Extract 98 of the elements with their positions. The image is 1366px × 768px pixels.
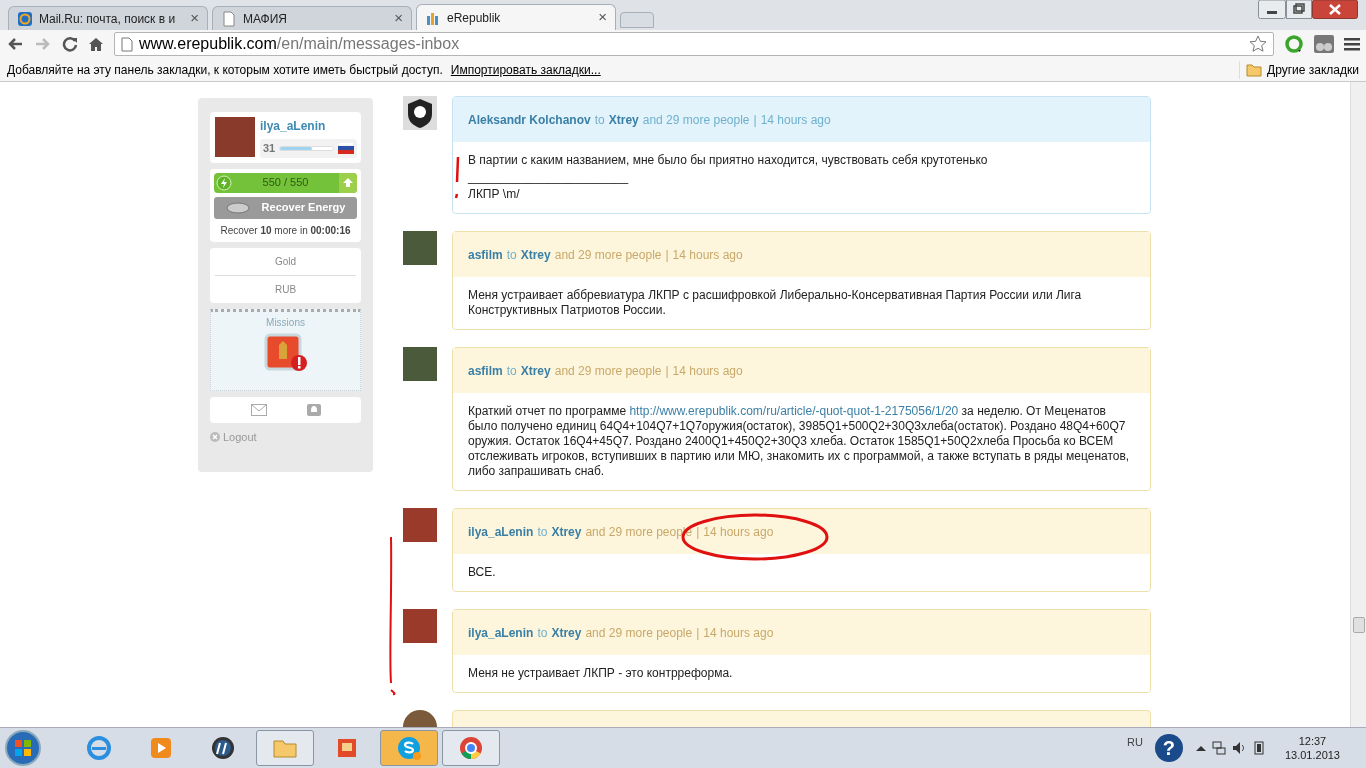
flag-icon <box>338 142 355 155</box>
arrow-up-icon[interactable] <box>339 172 357 193</box>
tab-title: Mail.Ru: почта, поиск в и <box>39 10 176 28</box>
page-icon <box>221 10 237 27</box>
message-text: Краткий отчет по программе http://www.erepublik.com/ru/article/-quot-quot-1-2175056/1/20 за неделю. От Меценатов было получено единиц 64Q4+104Q7+1Q7оружия(остаток), 3985Q1+500Q2+30Q3хлеба(остаток). Роздано 48Q4+60Q7 оружия. Остаток 16Q4+45Q7. Роздано 2400Q1+450Q2+30Q3 хлеба. Остаток 1585Q1+50Q2хлеба Просьба ко ВСЕМ отслеживать игроков, вступивших в партию или МЮ, знакомить их с программой, а также вступать в ряды меценатов, либо запрашивать снаб. <box>468 404 1131 479</box>
scrollbar-thumb[interactable] <box>1352 616 1365 633</box>
sender-link[interactable]: Aleksandr Kolchanov <box>468 110 591 129</box>
separator-text: | <box>753 111 757 129</box>
bookmark-star-icon[interactable] <box>1249 35 1267 53</box>
reload-button[interactable] <box>62 36 78 52</box>
lightning-icon <box>216 174 232 191</box>
message-text: В партии с каким названием, мне было бы приятно находится, чувствовать себя крутотенько <box>468 153 989 168</box>
menu-icon[interactable] <box>1344 37 1360 51</box>
level-number: 31 <box>263 141 276 156</box>
message-text: Меня устраивает аббревиатура ЛКПР с расшифровкой Либерально-Консервативная Партия России или Лига Конструктивных Патриотов России. <box>468 288 1083 318</box>
recipient-link[interactable]: Xtrey <box>520 361 551 380</box>
bookmarks-hint: Добавляйте на эту панель закладки, к которым хотите иметь быстрый доступ. <box>7 61 443 79</box>
import-bookmarks-link[interactable]: Импортировать закладки... <box>450 60 601 79</box>
message-time: 14 hours ago <box>672 362 743 380</box>
browser-tab[interactable]: Mail.Ru: почта, поиск в и × <box>8 6 208 30</box>
recover-timer-text: Recover 10 more in 00:00:16 <box>220 223 351 238</box>
message-text: ЛКПР \m/ <box>468 187 521 202</box>
recipient-link[interactable]: Xtrey <box>520 245 551 264</box>
recipients-count: and 29 more people <box>585 624 693 642</box>
extension-icon[interactable] <box>1284 34 1304 54</box>
currency-label: RUB <box>273 282 298 297</box>
envelope-icon[interactable] <box>250 403 267 416</box>
recipients-count: and 29 more people <box>642 111 750 129</box>
message-time: 14 hours ago <box>703 624 774 642</box>
close-icon[interactable]: × <box>598 6 607 29</box>
play-icon <box>148 735 174 761</box>
other-bookmarks[interactable]: Другие закладки <box>1267 60 1359 79</box>
chat-s-icon <box>396 735 422 761</box>
recipient-link[interactable]: Xtrey <box>551 522 582 541</box>
message-time: 14 hours ago <box>760 111 831 129</box>
scrollbar[interactable] <box>1350 82 1366 727</box>
folder-icon <box>1246 62 1263 77</box>
minimize-button[interactable] <box>1258 0 1286 19</box>
recipient-link[interactable]: Xtrey <box>551 623 582 642</box>
separator-text: | <box>696 523 700 541</box>
help-button[interactable]: ? <box>1154 734 1183 762</box>
close-icon[interactable]: × <box>394 7 403 30</box>
avatar-picture <box>215 117 255 158</box>
back-button[interactable] <box>6 36 24 52</box>
mission-trophy-icon[interactable] <box>263 332 308 373</box>
to-label: to <box>506 246 517 264</box>
sender-link[interactable]: ilya_aLenin <box>468 623 534 642</box>
sender-link[interactable]: ilya_aLenin <box>468 522 534 541</box>
to-label: to <box>594 111 605 129</box>
recipients-count: and 29 more people <box>554 362 662 380</box>
to-label: to <box>506 362 517 380</box>
message-time: 14 hours ago <box>703 523 774 541</box>
logout-link[interactable]: Logout <box>223 428 257 445</box>
close-circle-icon <box>210 431 220 442</box>
extension-icon[interactable] <box>1314 35 1334 53</box>
network-icon[interactable] <box>1210 740 1227 756</box>
sender-link[interactable]: asfilm <box>468 361 503 380</box>
message-text: ________________________ <box>468 170 630 185</box>
separator-text: | <box>665 362 669 380</box>
home-button[interactable] <box>88 36 104 52</box>
browser-e-icon <box>86 735 112 761</box>
close-button[interactable] <box>1312 0 1358 19</box>
language-indicator[interactable]: RU <box>1127 733 1143 751</box>
circle-logo-icon <box>210 735 236 761</box>
clock-date[interactable]: 13.01.2013 <box>1284 748 1340 762</box>
recipient-link[interactable]: Xtrey <box>608 110 639 129</box>
sender-link[interactable]: asfilm <box>468 245 503 264</box>
message-text: ВСЕ. <box>468 565 497 580</box>
page-icon <box>121 36 133 52</box>
clock-time[interactable]: 12:37 <box>1298 734 1327 748</box>
separator-text: | <box>696 624 700 642</box>
shield-emblem-avatar[interactable] <box>403 96 437 130</box>
missions-title[interactable]: Missions <box>266 314 305 330</box>
mail-logo-icon <box>17 10 33 27</box>
bell-icon[interactable] <box>306 403 321 416</box>
start-button[interactable] <box>4 729 42 767</box>
to-label: to <box>537 624 548 642</box>
energy-reading: 550 / 550 <box>261 175 310 191</box>
tray-arrow-icon[interactable] <box>1194 744 1207 752</box>
tab-title: eRepublik <box>447 9 501 27</box>
address-bar[interactable]: www.erepublik.com/en/main/messages-inbox <box>114 32 1274 56</box>
message-time: 14 hours ago <box>672 246 743 264</box>
url-text: www.erepublik.com/en/main/messages-inbox <box>139 34 461 54</box>
browser-tab[interactable]: eRepublik × <box>416 4 616 30</box>
round-logo-icon <box>458 735 484 761</box>
separator-text: | <box>665 246 669 264</box>
tab-title: МАФИЯ <box>243 10 287 28</box>
recipients-count: and 29 more people <box>554 246 662 264</box>
recover-energy-button[interactable]: Recover Energy <box>214 196 357 219</box>
currency-label: Gold <box>215 247 356 276</box>
to-label: to <box>537 523 548 541</box>
browser-tab[interactable]: МАФИЯ × <box>212 6 412 30</box>
message-text: Меня не устраивает ЛКПР - это контрреформа. <box>468 666 734 681</box>
speaker-icon[interactable] <box>1230 740 1247 756</box>
username-link[interactable]: ilya_aLenin <box>260 117 358 135</box>
close-icon[interactable]: × <box>190 7 199 30</box>
restore-button[interactable] <box>1286 0 1312 19</box>
article-link[interactable]: http://www.erepublik.com/ru/article/-quot-quot-1-2175056/1/20 <box>629 404 959 418</box>
